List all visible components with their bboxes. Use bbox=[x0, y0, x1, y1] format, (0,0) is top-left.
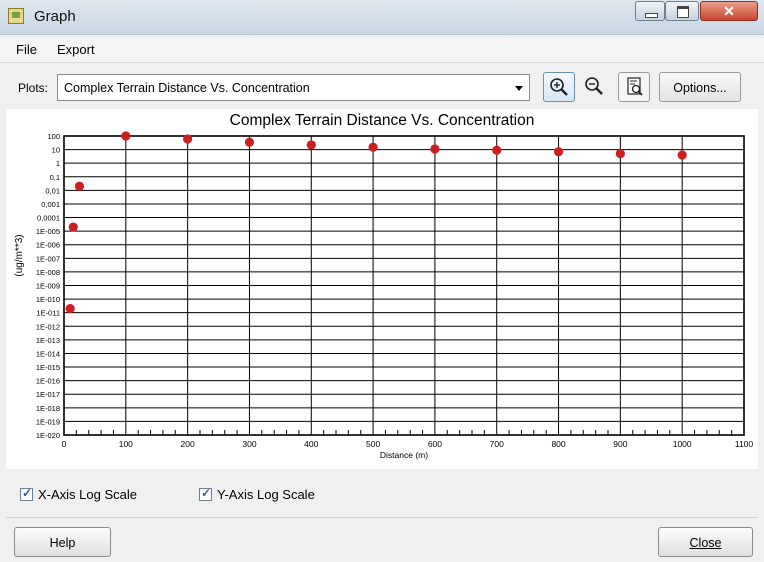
data-point bbox=[244, 137, 255, 147]
x-tick-label: 400 bbox=[304, 439, 318, 449]
y-axis-log-checkbox[interactable]: ✓ bbox=[199, 486, 212, 501]
y-tick-label: 1E-013 bbox=[36, 336, 60, 345]
x-tick-label: 500 bbox=[366, 439, 380, 449]
menu-file[interactable]: File bbox=[16, 42, 37, 57]
menu-bar: File Export bbox=[0, 38, 764, 63]
separator bbox=[6, 517, 758, 518]
y-tick-label: 1E-012 bbox=[36, 322, 60, 331]
close-button-label: Close bbox=[689, 536, 722, 550]
chart-svg: 1E-020 1E-019 1E-018 1E-017 1E-016 1E-015 1E-0… bbox=[14, 131, 754, 460]
x-tick-label: 900 bbox=[613, 439, 627, 449]
y-tick-label: 1E-010 bbox=[36, 295, 60, 304]
y-tick-label: 1E-015 bbox=[36, 363, 60, 372]
x-axis-title: Distance (m) bbox=[380, 450, 428, 460]
y-tick-label: 1E-005 bbox=[36, 227, 60, 236]
checkmark-icon: ✓ bbox=[22, 486, 33, 500]
y-tick-label: 1E-006 bbox=[36, 241, 60, 250]
menu-export[interactable]: Export bbox=[57, 42, 95, 57]
graph-app-icon bbox=[8, 8, 24, 24]
y-tick-label: 100 bbox=[47, 132, 60, 141]
x-tick-label: 100 bbox=[119, 439, 133, 449]
data-point bbox=[68, 222, 78, 232]
data-point bbox=[430, 144, 440, 154]
data-point bbox=[615, 149, 625, 159]
zoom-out-icon bbox=[585, 77, 603, 95]
x-tick-label: 300 bbox=[242, 439, 256, 449]
close-window-button[interactable]: ✕ bbox=[700, 1, 758, 21]
window-title: Graph bbox=[34, 8, 76, 25]
y-tick-label: 1E-016 bbox=[36, 377, 60, 386]
title-bar: Graph ✕ bbox=[0, 0, 764, 35]
data-point bbox=[183, 134, 193, 144]
options-button[interactable]: Options... bbox=[659, 72, 741, 102]
y-tick-label: 1 bbox=[56, 159, 60, 168]
y-tick-label: 1E-019 bbox=[36, 417, 60, 426]
data-point bbox=[74, 181, 85, 191]
data-point bbox=[677, 150, 687, 160]
data-point bbox=[121, 131, 131, 141]
y-tick-label: 1E-014 bbox=[36, 349, 60, 358]
print-preview-button[interactable] bbox=[618, 72, 650, 102]
y-axis-title: (ug/m**3) bbox=[14, 234, 25, 276]
data-point bbox=[306, 140, 316, 150]
y-tick-label: 1E-011 bbox=[36, 309, 60, 318]
dropdown-arrow-icon bbox=[515, 86, 523, 91]
y-tick-label: 1E-018 bbox=[36, 404, 60, 413]
y-tick-label: 1E-009 bbox=[36, 282, 60, 291]
plots-selected-value: Complex Terrain Distance Vs. Concentrati… bbox=[64, 81, 310, 95]
minimize-button[interactable] bbox=[635, 1, 665, 21]
data-point bbox=[65, 303, 75, 314]
zoom-out-button[interactable] bbox=[580, 72, 610, 102]
x-axis-log-checkbox[interactable]: ✓ bbox=[20, 486, 33, 501]
x-tick-label: 1100 bbox=[735, 439, 754, 449]
y-tick-label: 1E-008 bbox=[36, 268, 60, 277]
plot-panel: Complex Terrain Distance Vs. Concentrati… bbox=[6, 109, 758, 469]
close-button[interactable]: Close bbox=[658, 527, 753, 557]
data-point bbox=[492, 145, 502, 155]
help-button-label: Help bbox=[49, 536, 76, 550]
options-button-label: Options... bbox=[673, 81, 727, 95]
print-preview-icon bbox=[627, 77, 643, 96]
checkmark-icon: ✓ bbox=[201, 486, 212, 500]
close-x-icon: ✕ bbox=[723, 3, 735, 19]
data-point bbox=[368, 142, 378, 152]
x-tick-label: 700 bbox=[490, 439, 504, 449]
y-axis-log-label: Y-Axis Log Scale bbox=[217, 487, 315, 502]
y-tick-label: 1E-007 bbox=[36, 254, 60, 263]
y-tick-label: 0,0001 bbox=[37, 214, 60, 223]
maximize-button[interactable] bbox=[665, 1, 699, 21]
x-tick-label: 800 bbox=[551, 439, 565, 449]
y-tick-label: 1E-017 bbox=[36, 390, 60, 399]
x-tick-label: 0 bbox=[62, 439, 67, 449]
y-tick-label: 10 bbox=[52, 146, 60, 155]
plots-label: Plots: bbox=[18, 81, 49, 95]
help-button[interactable]: Help bbox=[14, 527, 111, 557]
y-tick-label: 0,001 bbox=[41, 200, 60, 209]
zoom-in-button[interactable] bbox=[543, 72, 575, 102]
data-point bbox=[553, 147, 564, 157]
x-tick-label: 600 bbox=[428, 439, 442, 449]
x-tick-label: 200 bbox=[181, 439, 195, 449]
y-tick-label: 0,01 bbox=[45, 186, 60, 195]
plots-select[interactable]: Complex Terrain Distance Vs. Concentrati… bbox=[57, 74, 530, 101]
zoom-in-icon bbox=[550, 78, 568, 96]
x-tick-label: 1000 bbox=[673, 439, 692, 449]
y-tick-label: 1E-020 bbox=[36, 431, 60, 440]
y-tick-label: 0,1 bbox=[50, 173, 60, 182]
x-axis-log-label: X-Axis Log Scale bbox=[38, 487, 137, 502]
